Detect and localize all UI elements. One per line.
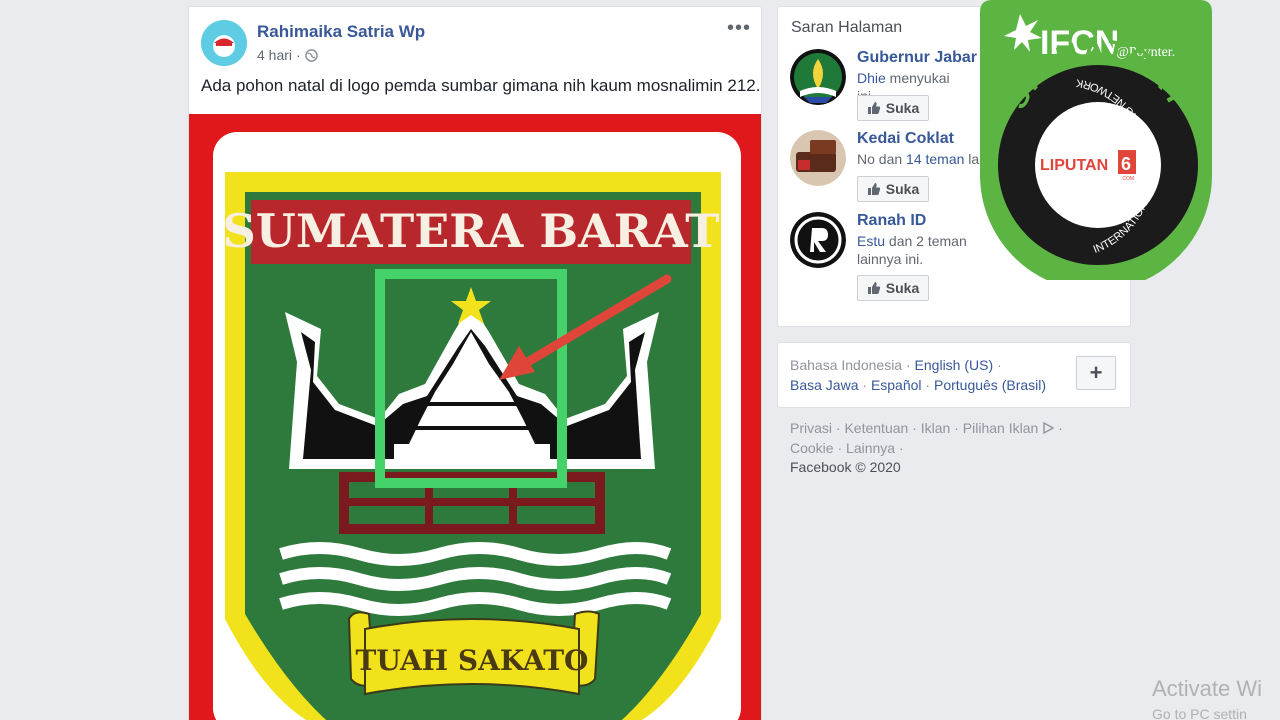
west-java-emblem-icon[interactable] bbox=[790, 49, 846, 105]
ad-choices-icon bbox=[1043, 421, 1055, 435]
page-name[interactable]: Kedai Coklat bbox=[857, 130, 954, 148]
social-text: la bbox=[964, 151, 980, 167]
language-line-1: Bahasa Indonesia · English (US) · bbox=[790, 357, 1002, 373]
social-text: No dan bbox=[857, 151, 907, 167]
page-name[interactable]: Gubernur Jabar bbox=[857, 49, 977, 67]
footer-link-ads[interactable]: Iklan bbox=[921, 420, 951, 436]
add-language-button[interactable]: + bbox=[1076, 356, 1116, 390]
language-link[interactable]: English (US) bbox=[915, 357, 994, 373]
footer-link-privacy[interactable]: Privasi bbox=[790, 420, 832, 436]
suggested-pages-title: Saran Halaman bbox=[791, 19, 903, 36]
meta-separator: · bbox=[296, 47, 301, 63]
ranah-logo-icon[interactable] bbox=[790, 212, 846, 268]
language-link[interactable]: Basa Jawa bbox=[790, 377, 858, 393]
post-time[interactable]: 4 hari bbox=[257, 47, 292, 63]
thumbs-up-icon bbox=[867, 102, 880, 114]
like-label: Suka bbox=[885, 181, 920, 197]
page-social-context: No dan 14 teman la bbox=[857, 150, 997, 168]
like-page-button[interactable]: Suka bbox=[857, 95, 929, 121]
activation-watermark-sub: Go to PC settin bbox=[1152, 706, 1247, 720]
post-image[interactable]: SUMATERA BARAT TUAH SAKATO bbox=[189, 114, 762, 720]
author-avatar[interactable] bbox=[201, 20, 247, 66]
friend-link[interactable]: Estu bbox=[857, 233, 885, 249]
liputan-logo-text: LIPUTAN bbox=[1040, 157, 1108, 174]
friend-link[interactable]: 14 teman bbox=[906, 151, 964, 167]
like-label: Suka bbox=[885, 280, 920, 296]
footer-links-line-1: Privasi · Ketentuan · Iklan · Pilihan Ik… bbox=[790, 420, 1063, 436]
ifcn-signatory-badge: IFCN @Poynter. SIGNATORY INTERNATIONAL F… bbox=[980, 0, 1212, 280]
more-options-icon[interactable]: ••• bbox=[727, 17, 751, 40]
footer-links-line-2: Cookie · Lainnya · bbox=[790, 440, 904, 456]
footer-link-cookie[interactable]: Cookie bbox=[790, 440, 834, 456]
language-card: Bahasa Indonesia · English (US) · Basa J… bbox=[777, 342, 1131, 408]
footer-link-more[interactable]: Lainnya bbox=[846, 440, 895, 456]
friend-link[interactable]: Dhie bbox=[857, 70, 886, 86]
language-current: Bahasa Indonesia bbox=[790, 357, 903, 373]
language-link[interactable]: Português (Brasil) bbox=[934, 377, 1046, 393]
activation-watermark: Activate Wi bbox=[1152, 676, 1263, 701]
post-text: Ada pohon natal di logo pemda sumbar gim… bbox=[201, 76, 761, 95]
emblem-banner-text: SUMATERA BARAT bbox=[223, 204, 720, 258]
like-page-button[interactable]: Suka bbox=[857, 275, 929, 301]
language-link[interactable]: Español bbox=[871, 377, 922, 393]
like-page-button[interactable]: Suka bbox=[857, 176, 929, 202]
page-name[interactable]: Ranah ID bbox=[857, 212, 926, 230]
post-card: Rahimaika Satria Wp 4 hari · ••• Ada poh… bbox=[188, 6, 762, 720]
liputan-six-text: 6 bbox=[1121, 154, 1131, 174]
language-line-2: Basa Jawa · Español · Português (Brasil) bbox=[790, 377, 1047, 393]
footer-copyright: Facebook © 2020 bbox=[790, 459, 901, 475]
footer-link-ad-choices[interactable]: Pilihan Iklan bbox=[963, 420, 1039, 436]
chocolate-icon[interactable] bbox=[790, 130, 846, 186]
emblem-motto-text: TUAH SAKATO bbox=[356, 644, 589, 677]
page-social-context: Estu dan 2 teman lainnya ini. bbox=[857, 232, 997, 268]
footer-link-terms[interactable]: Ketentuan bbox=[844, 420, 908, 436]
post-meta: 4 hari · bbox=[257, 47, 318, 63]
post-author-name[interactable]: Rahimaika Satria Wp bbox=[257, 22, 425, 42]
liputan-com-text: .COM bbox=[1121, 176, 1134, 182]
like-label: Suka bbox=[885, 100, 920, 116]
thumbs-up-icon bbox=[867, 183, 880, 195]
globe-icon bbox=[304, 48, 318, 62]
thumbs-up-icon bbox=[867, 282, 880, 294]
